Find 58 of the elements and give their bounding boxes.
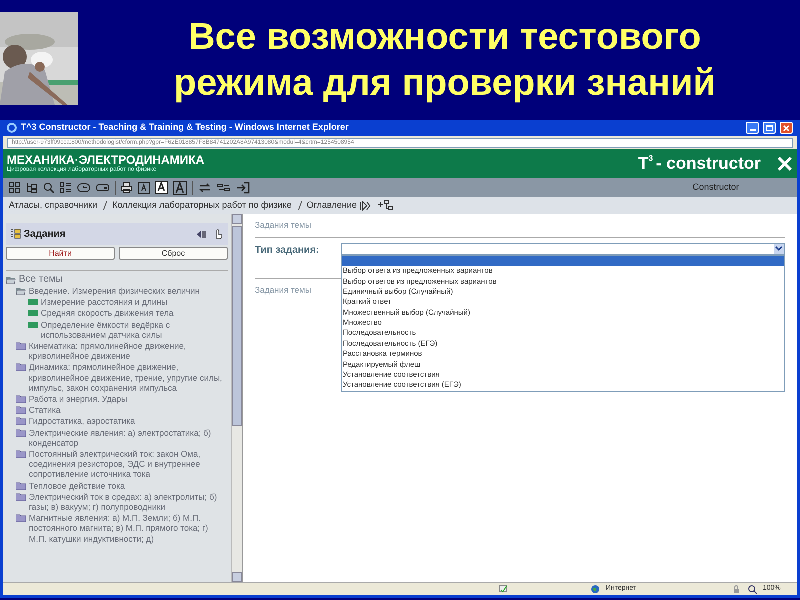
maximize-button[interactable] (763, 122, 776, 134)
tree-item[interactable]: Тепловое действие тока (29, 480, 126, 491)
reset-button[interactable]: Сброс (119, 247, 228, 260)
card-icon[interactable] (96, 182, 110, 194)
dropdown-option[interactable] (342, 256, 784, 266)
tree-item[interactable]: Электрический ток в средах: а) электролиты; б) газы; в) вакуум; г) полупроводники (29, 492, 228, 512)
tree-item[interactable]: Гидростатика, аэростатика (29, 416, 136, 427)
grid-icon[interactable] (9, 182, 21, 194)
field-label: Тип задания: (255, 244, 320, 258)
close-button[interactable] (780, 122, 793, 134)
printer-icon[interactable] (121, 182, 133, 194)
tree-item[interactable]: Определение ёмкости ведёрка с использованием датчика силы (41, 320, 228, 340)
pointer-icon[interactable] (214, 228, 224, 240)
close-icon (783, 124, 790, 132)
swap-icon[interactable] (198, 182, 212, 194)
font-medium-icon[interactable] (155, 181, 168, 194)
tree-item[interactable]: Кинематика: прямолинейное движение, криволинейное движение (29, 341, 228, 362)
breadcrumb-link[interactable]: Оглавление (306, 198, 358, 212)
dropdown-arrow-icon[interactable] (774, 244, 784, 254)
tree-item[interactable]: Динамика: прямолинейное движение, криволинейное движение, трение, упругие силы, импульс, закон сохранения импульса (29, 362, 228, 394)
section-heading: Задания темы (255, 284, 312, 297)
section-label: Constructor (692, 180, 740, 194)
exit-icon[interactable] (236, 182, 250, 194)
font-small-icon[interactable] (138, 182, 150, 194)
tools-icon[interactable] (777, 156, 793, 172)
forward-icon[interactable] (360, 200, 372, 210)
zoom-icon[interactable] (748, 584, 757, 594)
section-heading: Задания темы (255, 219, 312, 232)
slide-title: Все возможности тестового режима для проверки знаний (173, 15, 717, 105)
globe-icon (591, 584, 600, 594)
tree-item[interactable]: Средняя скорость движения тела (41, 308, 174, 319)
breadcrumb-link[interactable]: Коллекция лабораторных работ по физике (112, 198, 292, 212)
add-tree-icon[interactable] (378, 200, 394, 211)
security-icon (499, 584, 509, 594)
search-icon[interactable] (43, 182, 55, 194)
tasks-icon (10, 229, 21, 239)
window-title: T^3 Constructor - Teaching & Training & Testing - Windows Internet Explorer (21, 121, 350, 134)
find-button[interactable]: Найти (6, 247, 115, 260)
tree-item[interactable]: Электрические явления: а) электростатика; б) конденсатор (29, 428, 228, 448)
scrollbar[interactable] (231, 214, 242, 582)
tree-icon[interactable] (26, 182, 38, 194)
breadcrumb-link[interactable]: Атласы, справочники (9, 198, 98, 212)
clock-icon[interactable] (77, 182, 91, 194)
tree-item[interactable]: Измерение расстояния и длины (41, 297, 168, 308)
tree-item[interactable]: Работа и энергия. Удары (29, 394, 128, 404)
minimize-button[interactable] (746, 122, 759, 134)
collapse-icon[interactable] (197, 230, 207, 238)
banner-title: МЕХАНИКА·ЭЛЕКТРОДИНАМИКА (7, 154, 205, 166)
tree-item[interactable]: Статика (29, 405, 61, 416)
font-large-icon[interactable] (173, 180, 187, 194)
tree-item[interactable]: Все темы (19, 275, 64, 285)
exchange-icon[interactable] (217, 182, 231, 194)
panel-title: Задания (24, 228, 67, 242)
tree-item[interactable]: Магнитные явления: а) М.П. Земли; б) М.П. постоянного магнита; в) М.П. прямого тока; г) М.П. катушки индуктивности; д) (29, 513, 228, 544)
browser-icon (7, 123, 17, 133)
tree-item[interactable]: Введение. Измерения физических величин (29, 286, 200, 296)
list-icon[interactable] (60, 182, 72, 194)
tree-item[interactable]: Постоянный электрический ток: закон Ома, соединения резисторов, ЭДС и внутреннее сопротивление источника тока (29, 449, 228, 480)
